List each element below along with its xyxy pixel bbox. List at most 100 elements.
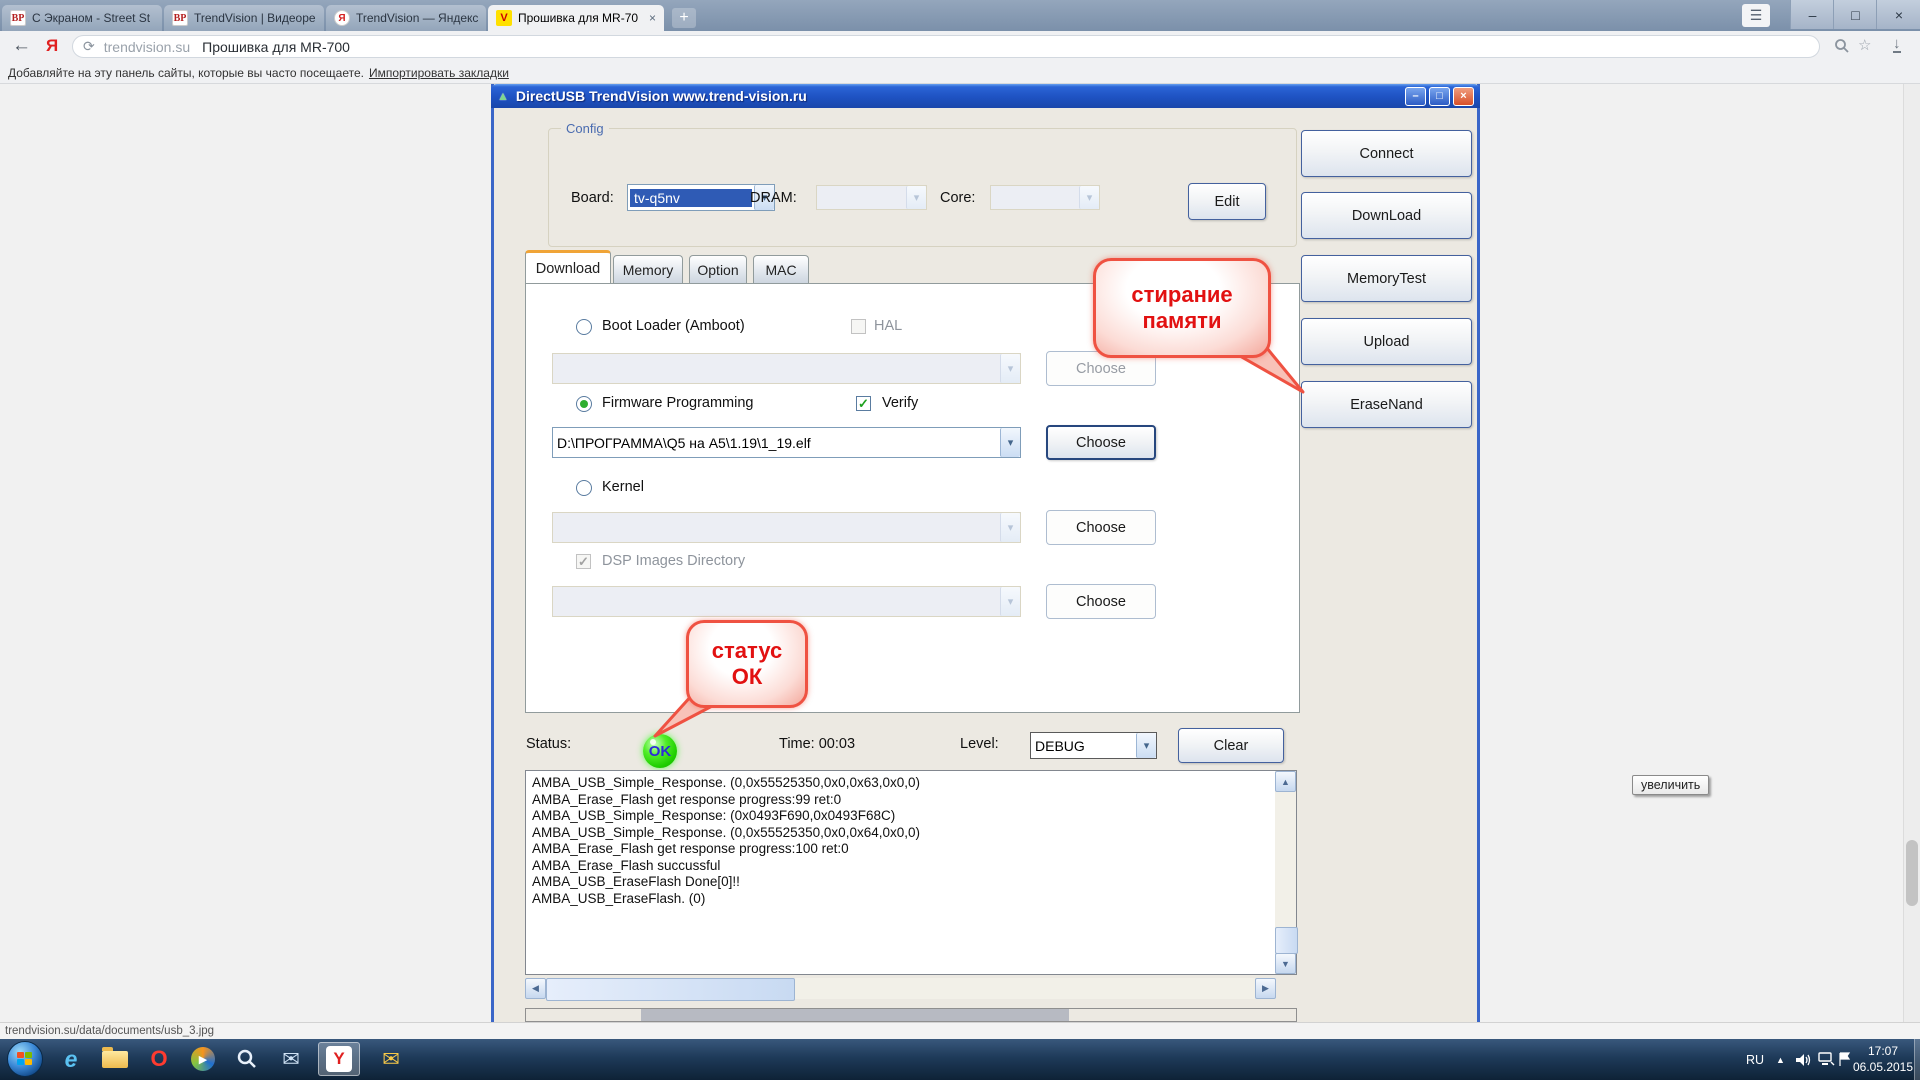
memorytest-button[interactable]: MemoryTest [1301, 255, 1472, 302]
firmware-radio[interactable] [576, 396, 592, 412]
log-hscrollbar[interactable]: ◀ ▶ [525, 978, 1276, 999]
time-value: Time: 00:03 [779, 736, 855, 752]
new-tab-button[interactable]: + [672, 8, 696, 28]
boot-loader-radio[interactable] [576, 319, 592, 335]
log-vscroll-thumb[interactable] [1275, 927, 1298, 954]
tab-option[interactable]: Option [689, 255, 747, 284]
tray-language-indicator[interactable]: RU [1746, 1039, 1764, 1080]
kernel-choose-button[interactable]: Choose [1046, 510, 1156, 545]
level-value: DEBUG [1031, 738, 1136, 754]
scroll-right-icon[interactable]: ▶ [1255, 978, 1276, 999]
url-input[interactable]: ⟳ trendvision.su Прошивка для MR-700 [72, 35, 1820, 58]
log-hscroll-thumb[interactable] [546, 978, 795, 1001]
clock-date: 06.05.2015 [1852, 1059, 1914, 1075]
tab-title: TrendVision | Видеоре [194, 11, 316, 25]
window-close-button[interactable]: × [1876, 0, 1920, 29]
chevron-down-icon[interactable]: ▾ [1000, 428, 1020, 457]
log-line: AMBA_USB_EraseFlash. (0) [532, 891, 1270, 908]
bookmark-star-icon[interactable]: ☆ [1858, 36, 1871, 54]
firmware-path-value: D:\ПРОГРАММА\Q5 на A5\1.19\1_19.elf [553, 435, 1000, 451]
back-icon[interactable]: ← [12, 35, 31, 57]
browser-tab-3[interactable]: Я TrendVision — Яндекс [326, 5, 486, 31]
tab-title: С Экраном - Street St [32, 11, 150, 25]
taskbar-media-player-icon[interactable]: ▶ [184, 1042, 222, 1076]
reload-icon[interactable]: ⟳ [83, 38, 95, 55]
tab-close-icon[interactable]: × [649, 11, 656, 25]
log-output[interactable]: AMBA_USB_Simple_Response. (0,0x55525350,… [525, 770, 1297, 975]
core-select: ▾ [990, 185, 1100, 210]
taskbar-yandex-browser-icon[interactable]: Y [318, 1042, 360, 1076]
callout-text: стирание [1131, 282, 1232, 308]
chevron-down-icon[interactable]: ▾ [1136, 733, 1156, 758]
browser-tab-4-active[interactable]: V Прошивка для MR-70 × [488, 5, 664, 31]
bp-favicon-icon: BP [172, 10, 188, 26]
kernel-radio[interactable] [576, 480, 592, 496]
tray-volume-icon[interactable] [1795, 1039, 1811, 1080]
start-button[interactable] [7, 1041, 43, 1077]
upload-button[interactable]: Upload [1301, 318, 1472, 365]
chevron-down-icon: ▾ [1000, 513, 1020, 542]
dialog-title-bar[interactable]: ▲ DirectUSB TrendVision www.trend-vision… [491, 84, 1480, 108]
hal-checkbox [851, 319, 866, 334]
status-label: Status: [526, 736, 571, 752]
scroll-up-icon[interactable]: ▲ [1275, 771, 1296, 792]
chevron-down-icon: ▾ [906, 186, 926, 209]
yandex-browser-logo[interactable]: Я [46, 36, 58, 56]
tray-network-icon[interactable] [1818, 1039, 1835, 1080]
taskbar-explorer-folder-icon[interactable] [96, 1042, 134, 1076]
taskbar-opera-icon[interactable]: O [140, 1042, 178, 1076]
taskbar-internet-explorer-icon[interactable]: e [52, 1042, 90, 1076]
enlarge-tooltip: увеличить [1632, 775, 1709, 795]
dialog-maximize-button[interactable]: □ [1429, 87, 1450, 106]
menu-icon[interactable]: ☰ [1742, 4, 1770, 27]
download-button[interactable]: DownLoad [1301, 192, 1472, 239]
tab-title: TrendVision — Яндекс [356, 11, 478, 25]
firmware-path-select[interactable]: D:\ПРОГРАММА\Q5 на A5\1.19\1_19.elf ▾ [552, 427, 1021, 458]
page-scrollbar-thumb[interactable] [1906, 840, 1918, 906]
firmware-choose-button[interactable]: Choose [1046, 425, 1156, 460]
import-bookmarks-link[interactable]: Импортировать закладки [369, 66, 509, 80]
search-icon[interactable] [1834, 38, 1850, 59]
verify-label: Verify [882, 395, 918, 411]
taskbar-mail-icon[interactable]: ✉ [272, 1042, 310, 1076]
callout-text: ОК [732, 664, 763, 690]
chevron-down-icon: ▾ [1079, 186, 1099, 209]
log-lines: AMBA_USB_Simple_Response. (0,0x55525350,… [532, 775, 1270, 907]
page-scrollbar[interactable] [1903, 84, 1920, 1022]
taskbar-outlook-mail-icon[interactable]: ✉ [372, 1042, 410, 1076]
yandex-favicon-icon: Я [334, 10, 350, 26]
log-vscrollbar[interactable]: ▲ ▼ [1275, 771, 1296, 974]
log-line: AMBA_Erase_Flash get response progress:1… [532, 841, 1270, 858]
window-minimize-button[interactable]: – [1790, 0, 1834, 29]
tab-memory[interactable]: Memory [613, 255, 683, 284]
kernel-label: Kernel [602, 479, 644, 495]
log-line: AMBA_USB_Simple_Response. (0,0x55525350,… [532, 775, 1270, 792]
verify-checkbox[interactable]: ✓ [856, 396, 871, 411]
scroll-down-icon[interactable]: ▼ [1275, 953, 1296, 974]
dsp-choose-button[interactable]: Choose [1046, 584, 1156, 619]
trendvision-favicon-icon: V [496, 10, 512, 26]
level-select[interactable]: DEBUG ▾ [1030, 732, 1157, 759]
downloads-icon[interactable]: ↓ [1893, 36, 1901, 53]
boot-loader-path-select: ▾ [552, 353, 1021, 384]
taskbar-search-icon[interactable] [228, 1042, 266, 1076]
dsp-path-select: ▾ [552, 586, 1021, 617]
tab-mac[interactable]: MAC [753, 255, 809, 284]
browser-tab-2[interactable]: BP TrendVision | Видеоре [164, 5, 324, 31]
bookmarks-bar: Добавляйте на эту панель сайты, которые … [0, 62, 1920, 84]
erasenand-button[interactable]: EraseNand [1301, 381, 1472, 428]
connect-button[interactable]: Connect [1301, 130, 1472, 177]
tab-download[interactable]: Download [525, 250, 611, 284]
tray-clock[interactable]: 17:07 06.05.2015 [1852, 1043, 1914, 1075]
scroll-left-icon[interactable]: ◀ [525, 978, 546, 999]
dialog-minimize-button[interactable]: – [1405, 87, 1426, 106]
dialog-close-button[interactable]: × [1453, 87, 1474, 106]
tray-action-center-flag-icon[interactable] [1838, 1039, 1851, 1080]
log-line: AMBA_Erase_Flash get response progress:9… [532, 792, 1270, 809]
tray-expand-icon[interactable]: ▲ [1776, 1039, 1785, 1080]
edit-button[interactable]: Edit [1188, 183, 1266, 220]
browser-tab-1[interactable]: BP С Экраном - Street St [2, 5, 162, 31]
show-desktop-button[interactable] [1914, 1039, 1920, 1080]
clear-button[interactable]: Clear [1178, 728, 1284, 763]
window-maximize-button[interactable]: □ [1833, 0, 1877, 29]
